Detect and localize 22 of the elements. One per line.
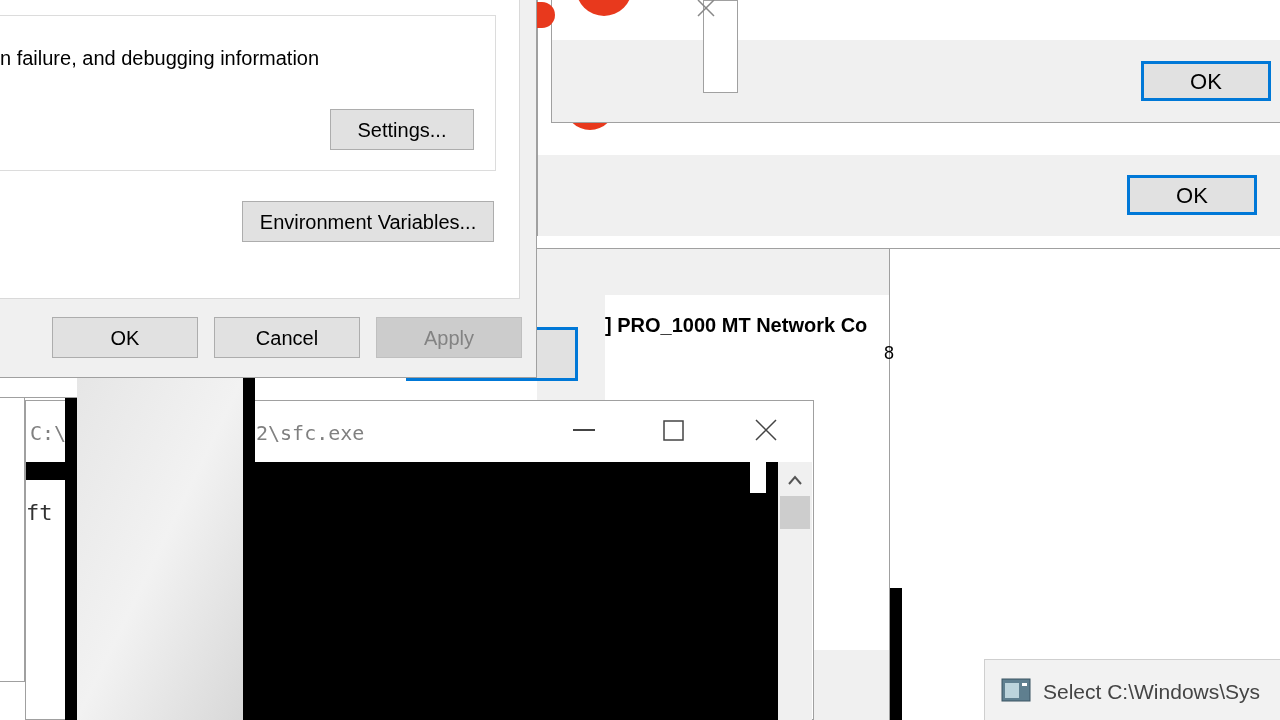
settings-button[interactable]: Settings... [330, 109, 474, 150]
environment-variables-button[interactable]: Environment Variables... [242, 201, 494, 242]
startup-recovery-description: n failure, and debugging information [0, 46, 320, 71]
network-adapter-title: ] PRO_1000 MT Network Co [605, 313, 868, 338]
console-area [26, 462, 65, 480]
text-fragment: 8 [884, 342, 894, 365]
window-title: 2\sfc.exe [256, 420, 365, 447]
close-icon[interactable] [755, 419, 777, 441]
dialog-button[interactable]: OK [52, 317, 198, 358]
taskbar-preview[interactable]: Select C:\Windows\Sys [984, 659, 1280, 720]
ok-button[interactable]: OK [1127, 175, 1257, 215]
window-title: C:\ [30, 420, 67, 447]
window-title: Select C:\Windows\Sys [1043, 679, 1261, 705]
text-cursor [750, 462, 766, 493]
maximize-icon[interactable] [663, 420, 684, 441]
scrollbar-thumb[interactable] [780, 496, 810, 529]
dialog-button[interactable]: Cancel [214, 317, 360, 358]
scroll-up-icon[interactable] [787, 474, 803, 486]
console-window-icon [1001, 678, 1031, 702]
console-text: ft [26, 499, 53, 527]
ok-button[interactable]: OK [1141, 61, 1271, 101]
error-icon [537, 2, 555, 28]
